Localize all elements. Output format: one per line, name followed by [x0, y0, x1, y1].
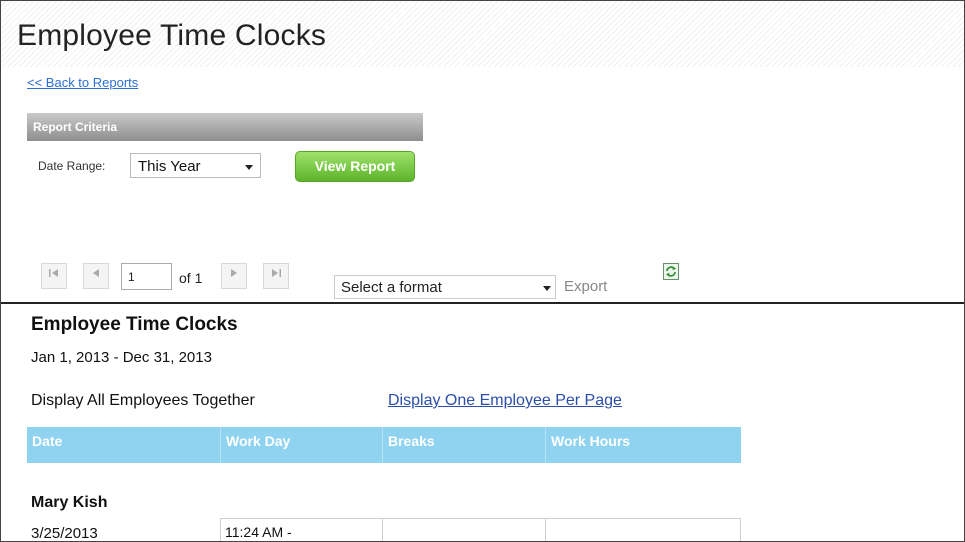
first-page-icon[interactable] — [41, 263, 67, 289]
next-page-icon[interactable] — [221, 263, 247, 289]
report-date-range: Jan 1, 2013 - Dec 31, 2013 — [31, 349, 212, 366]
table-header: Date Work Day Breaks Work Hours — [27, 427, 741, 463]
date-range-select[interactable]: This Year — [130, 153, 261, 178]
back-to-reports-link[interactable]: << Back to Reports — [27, 75, 138, 90]
last-page-icon[interactable] — [263, 263, 289, 289]
page-count-label: of 1 — [179, 270, 203, 286]
date-range-label: Date Range: — [38, 159, 106, 173]
export-format-select[interactable]: Select a format — [334, 275, 556, 299]
chevron-down-icon — [543, 286, 551, 291]
page-number-value: 1 — [128, 270, 135, 284]
column-header-date: Date — [32, 433, 63, 449]
report-criteria-header: Report Criteria — [27, 113, 423, 141]
cell-work-day: 11:24 AM - — [220, 518, 383, 541]
app-window: Employee Time Clocks << Back to Reports … — [0, 0, 965, 542]
report-title: Employee Time Clocks — [31, 314, 238, 335]
cell-breaks — [382, 518, 546, 541]
cell-work-hours — [545, 518, 741, 541]
date-range-value: This Year — [138, 158, 201, 175]
employee-name: Mary Kish — [31, 494, 108, 511]
report-criteria-title: Report Criteria — [33, 120, 118, 134]
display-all-employees-option: Display All Employees Together — [31, 392, 255, 409]
column-header-breaks: Breaks — [382, 427, 545, 463]
report-divider — [1, 302, 964, 304]
view-report-button[interactable]: View Report — [295, 151, 415, 182]
column-header-work-hours: Work Hours — [545, 427, 741, 463]
chevron-down-icon — [245, 165, 253, 170]
export-format-value: Select a format — [341, 279, 442, 296]
column-header-work-day: Work Day — [220, 427, 382, 463]
export-button[interactable]: Export — [564, 278, 607, 295]
page-number-input[interactable]: 1 — [121, 263, 172, 290]
cell-date: 3/25/2013 — [27, 518, 221, 541]
previous-page-icon[interactable] — [83, 263, 109, 289]
refresh-icon[interactable] — [663, 263, 679, 280]
page-title: Employee Time Clocks — [17, 19, 327, 52]
display-one-employee-link[interactable]: Display One Employee Per Page — [388, 392, 622, 410]
